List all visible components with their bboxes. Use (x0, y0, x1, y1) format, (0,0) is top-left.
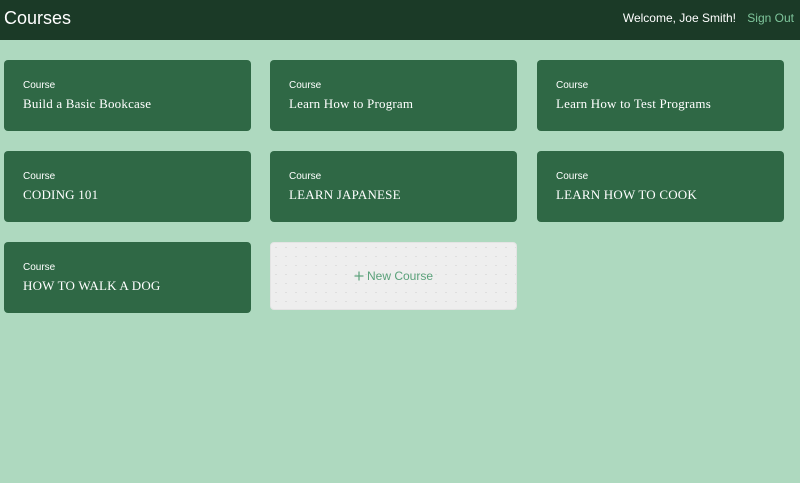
course-title: Build a Basic Bookcase (23, 96, 152, 111)
new-course-label: New Course (366, 269, 434, 283)
new-course-content: New Course (271, 269, 516, 283)
course-label: Course (289, 80, 322, 91)
course-grid: Course Build a Basic Bookcase Course Lea… (0, 0, 800, 483)
course-card[interactable]: Course Learn How to Program (270, 60, 517, 131)
course-title: LEARN HOW TO COOK (556, 187, 697, 202)
course-card[interactable]: Course Learn How to Test Programs (537, 60, 784, 131)
new-course-button[interactable]: New Course (270, 242, 517, 310)
course-label: Course (556, 80, 589, 91)
course-card[interactable]: Course HOW TO WALK A DOG (4, 242, 251, 313)
course-title: HOW TO WALK A DOG (23, 278, 161, 293)
course-label: Course (23, 262, 56, 273)
course-title: Learn How to Test Programs (556, 96, 711, 111)
course-card[interactable]: Course CODING 101 (4, 151, 251, 222)
course-card[interactable]: Course LEARN HOW TO COOK (537, 151, 784, 222)
course-title: Learn How to Program (289, 96, 414, 111)
course-label: Course (556, 171, 589, 182)
course-card[interactable]: Course LEARN JAPANESE (270, 151, 517, 222)
course-label: Course (289, 171, 322, 182)
plus-icon (354, 269, 364, 283)
course-title: CODING 101 (23, 187, 99, 202)
course-title: LEARN JAPANESE (289, 187, 401, 202)
course-label: Course (23, 171, 56, 182)
course-card[interactable]: Course Build a Basic Bookcase (4, 60, 251, 131)
course-label: Course (23, 80, 56, 91)
